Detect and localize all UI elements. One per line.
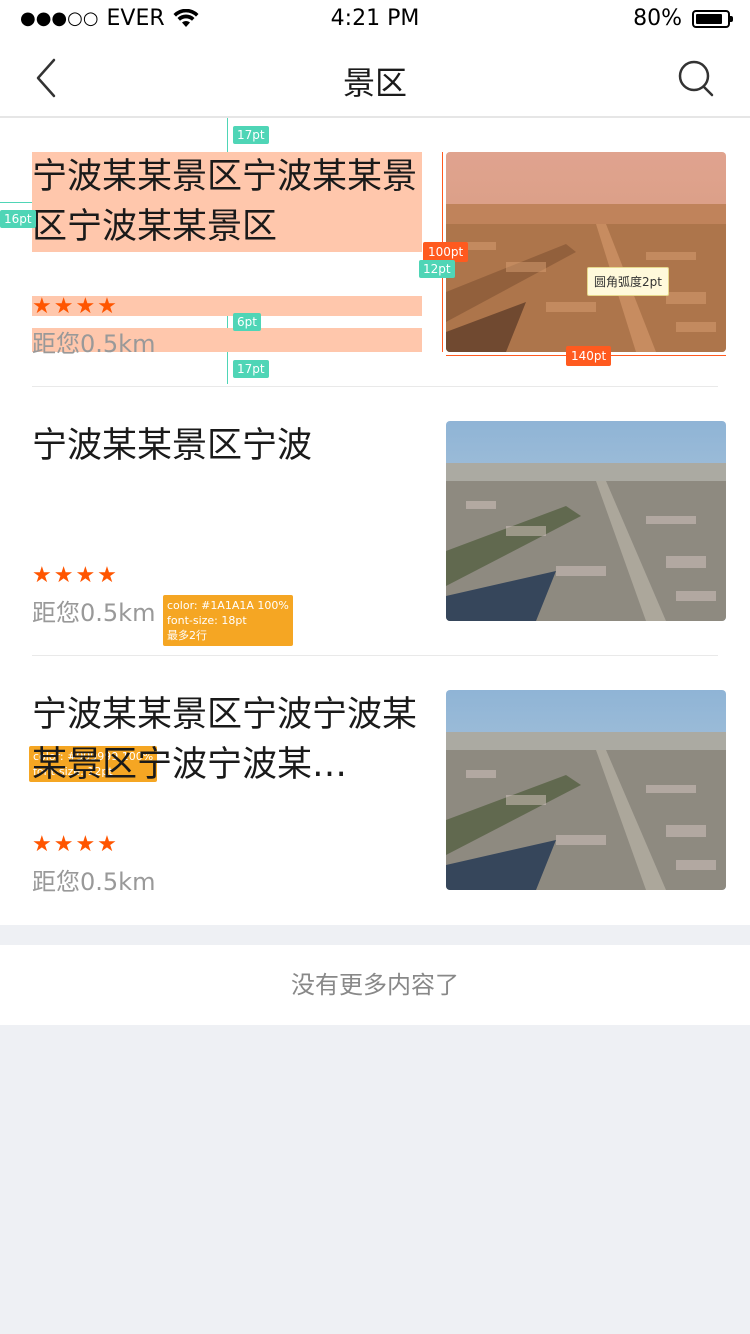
battery-icon — [692, 9, 733, 28]
spacing-guide — [227, 352, 228, 384]
rating-stars: ★★★★ — [32, 294, 119, 319]
radius-note: 圆角弧度2pt — [587, 267, 669, 296]
spec-line: 最多2行 — [167, 629, 207, 642]
search-icon[interactable] — [676, 58, 716, 98]
item-title: 宁波某某景区宁波某某景区宁波某某景区 — [32, 157, 418, 247]
scenic-thumbnail — [446, 690, 726, 890]
spacing-label-bottom: 17pt — [233, 360, 269, 378]
dimension-label-width: 140pt — [566, 346, 612, 366]
item-distance: 距您0.5km — [32, 868, 156, 896]
rating-stars: ★★★★ — [32, 563, 119, 588]
list-item[interactable]: 宁波某某景区宁波某某景区宁波某某景区 ★★★★ 距您0.5km 17pt 16p… — [0, 118, 750, 387]
scenic-thumbnail — [446, 421, 726, 621]
spacing-guide — [227, 316, 228, 328]
battery-percent: 80% — [633, 6, 682, 31]
spacing-label-right: 12pt — [419, 260, 455, 278]
nav-bar: 景区 — [0, 40, 750, 118]
spacing-label-left: 16pt — [0, 210, 36, 228]
spec-line: font-size: 18pt — [167, 614, 247, 627]
spacing-label-mid: 6pt — [233, 313, 261, 331]
list-item[interactable]: 宁波某某景区宁波宁波某某景区宁波宁波某… ★★★★ 距您0.5km — [0, 656, 750, 925]
title-spec-note: color: #1A1A1A 100% font-size: 18pt 最多2行 — [163, 595, 293, 646]
spacing-guide — [0, 202, 32, 203]
item-title: 宁波某某景区宁波 — [32, 426, 313, 466]
scenic-list: 宁波某某景区宁波某某景区宁波某某景区 ★★★★ 距您0.5km 17pt 16p… — [0, 118, 750, 925]
no-more-content: 没有更多内容了 — [0, 945, 750, 1025]
dimension-label-height: 100pt — [423, 242, 469, 262]
rating-stars: ★★★★ — [32, 832, 119, 857]
status-right: 80% — [633, 6, 733, 31]
scenic-thumbnail — [446, 152, 726, 352]
item-distance: 距您0.5km — [32, 330, 156, 358]
spacing-label-top: 17pt — [233, 126, 269, 144]
spec-line: color: #1A1A1A 100% — [167, 599, 289, 612]
page-title: 景区 — [342, 64, 407, 102]
item-distance: 距您0.5km — [32, 599, 156, 627]
list-item[interactable]: 宁波某某景区宁波 ★★★★ 距您0.5km color: #1A1A1A 100… — [0, 387, 750, 782]
status-bar: ●●●○○ EVER 4:21 PM 80% — [0, 0, 750, 40]
item-title: 宁波某某景区宁波宁波某某景区宁波宁波某… — [32, 695, 418, 785]
spacing-guide — [227, 118, 228, 152]
